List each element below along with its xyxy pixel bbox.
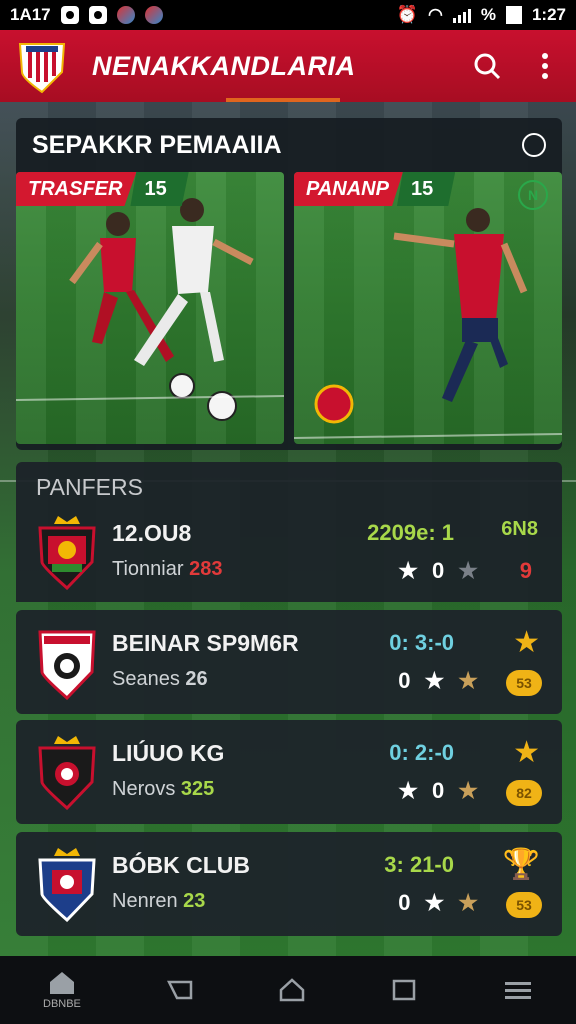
coin-icon: 53 — [506, 670, 542, 696]
player-name: BÓBK CLUB — [112, 852, 250, 878]
search-icon[interactable] — [472, 51, 502, 81]
match-extra: 6N8 — [501, 518, 538, 540]
player-tag: PANANP 15 — [294, 172, 456, 206]
battery-percent: % — [480, 5, 496, 24]
tab-indicator — [226, 98, 340, 102]
transfer-tag: TRASFER 15 — [16, 172, 189, 206]
club-badge — [36, 736, 98, 811]
alarm-icon: ⏰ — [396, 5, 418, 24]
player-sub: Nenren 23 — [112, 890, 206, 912]
tag-number: 15 — [130, 172, 189, 206]
match-score: 0: 3:-0 — [389, 630, 454, 655]
player-name: 12.OU8 — [112, 520, 192, 546]
back-icon[interactable] — [166, 978, 193, 1002]
home-icon[interactable]: DBNBE — [43, 970, 81, 1010]
app-bar: NENAKKANDLARIA — [0, 30, 576, 102]
trophy-icon[interactable]: 🏆 — [503, 850, 540, 880]
star-bronze-icon: ★ — [458, 668, 478, 693]
star-icon: ★ — [398, 778, 419, 803]
player-row[interactable]: LIÚUO KG Nerovs 325 0: 2:-0 ★ 0 ★ ★ 82 — [16, 720, 562, 824]
match-score: 2209e: 1 — [367, 520, 454, 545]
player-name: LIÚUO KG — [112, 740, 225, 766]
rating: ★ 0 ★ — [398, 558, 478, 583]
gold-star-icon[interactable]: ★ — [513, 738, 540, 768]
coin-icon: 53 — [506, 892, 542, 918]
battery-icon — [505, 6, 522, 24]
bottom-nav: DBNBE — [0, 956, 576, 1024]
club-crest-logo — [16, 38, 68, 94]
match-score: 3: 21-0 — [384, 852, 454, 877]
featured-title: SEPAKKR PEMAAIIA — [32, 130, 282, 159]
signal-icon — [452, 7, 471, 23]
star-bronze-icon: ★ — [458, 778, 478, 803]
player-name: BEINAR SP9M6R — [112, 630, 299, 656]
star-bronze-icon: ★ — [458, 890, 478, 915]
corner-badge[interactable]: N — [518, 180, 548, 210]
status-time: 1:27 — [531, 5, 566, 24]
player-row[interactable]: 12.OU8 Tionniar 283 2209e: 1 6N8 ★ 0 ★ 9 — [16, 500, 562, 604]
status-time-left: 1A17 — [10, 5, 51, 24]
star-icon: ★ — [424, 668, 445, 693]
star-icon: ★ — [424, 890, 445, 915]
tag-label: PANANP — [294, 172, 403, 206]
player-illustration — [294, 208, 562, 439]
star-outline-icon: ★ — [458, 558, 478, 583]
tag-label: TRASFER — [16, 172, 137, 206]
players-illustration — [16, 198, 284, 421]
club-badge — [36, 848, 98, 923]
gold-star-icon[interactable]: ★ — [513, 628, 540, 658]
club-badge — [36, 626, 98, 701]
transfer-photo-card[interactable]: TRASFER 15 — [16, 172, 284, 444]
app-icon-2 — [144, 6, 163, 24]
rating: 0 ★ ★ — [398, 668, 478, 693]
rating: 0 ★ ★ — [398, 890, 478, 915]
player-photo-card[interactable]: PANANP 15 N — [294, 172, 562, 444]
recents-icon[interactable] — [391, 978, 417, 1002]
more-vert-icon[interactable] — [530, 51, 560, 81]
photo-icon — [88, 6, 107, 24]
menu-icon[interactable] — [503, 978, 533, 1002]
notification-icon — [60, 6, 79, 24]
player-sub: Seanes 26 — [112, 668, 208, 690]
home-outline-icon[interactable] — [279, 978, 305, 1002]
app-title: NENAKKANDLARIA — [92, 50, 356, 81]
player-row[interactable]: BEINAR SP9M6R Seanes 26 0: 3:-0 0 ★ ★ ★ … — [16, 610, 562, 714]
player-row[interactable]: BÓBK CLUB Nenren 23 3: 21-0 0 ★ ★ 🏆 53 — [16, 832, 562, 936]
circle-button[interactable] — [522, 133, 546, 157]
app-icon — [116, 6, 135, 24]
club-badge — [36, 516, 98, 591]
match-score: 0: 2:-0 — [389, 740, 454, 765]
player-sub: Nerovs 325 — [112, 778, 215, 800]
coin-icon: 82 — [506, 780, 542, 806]
home-caption: DBNBE — [43, 998, 81, 1010]
status-bar: 1A17 ⏰ ◠ % 1:27 — [0, 0, 576, 30]
right-value: 9 — [519, 558, 532, 583]
tag-number: 15 — [396, 172, 456, 206]
section-title: PANFERS — [36, 474, 143, 500]
rating: ★ 0 ★ — [398, 778, 478, 803]
player-sub: Tionniar 283 — [112, 558, 223, 580]
featured-card: SEPAKKR PEMAAIIA TRASFER 15 PANANP 15 N — [16, 118, 562, 450]
wifi-icon: ◠ — [428, 5, 443, 24]
star-icon: ★ — [398, 558, 419, 583]
